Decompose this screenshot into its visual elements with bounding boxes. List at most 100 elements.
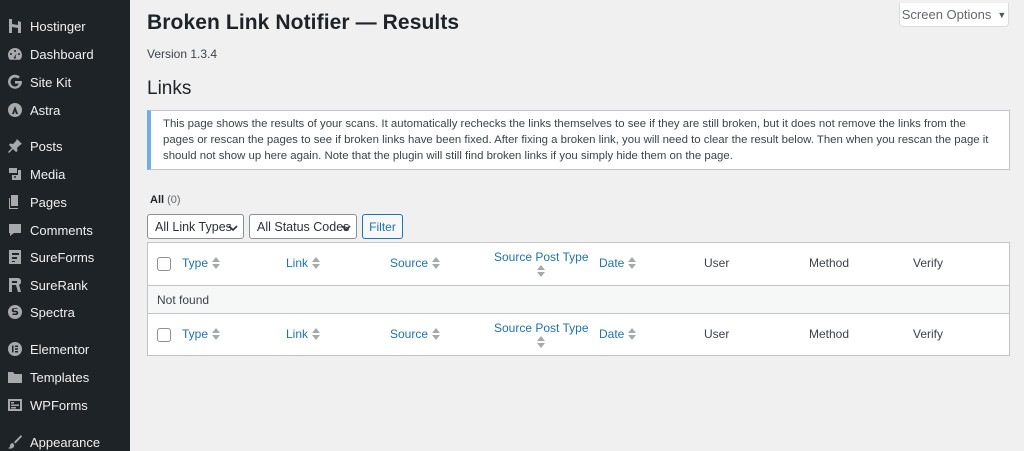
sidebar-item-wpforms[interactable]: WPForms	[0, 391, 130, 419]
empty-message: Not found	[157, 293, 210, 307]
sidebar-item-site-kit[interactable]: Site Kit	[0, 68, 130, 96]
sort-icon	[537, 336, 546, 348]
status-code-select[interactable]: All Status Codes	[249, 214, 357, 239]
comments-icon	[7, 222, 23, 238]
page-title: Broken Link Notifier — Results	[147, 11, 460, 34]
notice-text: This page shows the results of your scan…	[163, 118, 989, 162]
sidebar-item-spectra[interactable]: Spectra	[0, 298, 130, 326]
sidebar-item-appearance[interactable]: Appearance	[0, 428, 130, 451]
sidebar-item-label: Appearance	[30, 434, 101, 450]
sidebar-item-label: Dashboard	[30, 46, 94, 62]
select-all-checkbox[interactable]	[157, 257, 171, 271]
sidebar-item-surerank[interactable]: SureRank	[0, 271, 130, 299]
column-link-footer[interactable]: Link	[286, 327, 321, 341]
link-type-value: All Link Types	[155, 219, 232, 234]
column-date-header[interactable]: Date	[599, 256, 637, 270]
table-footer-row: Type Link Source Source Post Type Date U…	[148, 314, 1009, 355]
screen-options-button[interactable]: Screen Options ▼	[899, 3, 1009, 27]
sort-icon	[628, 328, 637, 340]
sidebar-item-label: Posts	[30, 138, 63, 154]
column-label: Source Post Type	[494, 250, 589, 264]
brush-icon	[7, 434, 23, 450]
admin-sidebar: Hostinger Dashboard Site Kit Astra Posts…	[0, 0, 130, 451]
filter-button[interactable]: Filter	[362, 214, 403, 239]
chevron-down-icon	[341, 222, 351, 232]
sidebar-item-dashboard[interactable]: Dashboard	[0, 40, 130, 68]
column-label: Date	[599, 327, 625, 341]
sidebar-item-comments[interactable]: Comments	[0, 216, 130, 244]
sidebar-item-label: Comments	[30, 222, 93, 238]
screen-options-label: Screen Options	[901, 7, 992, 22]
sidebar-item-pages[interactable]: Pages	[0, 188, 130, 216]
caret-down-icon: ▼	[997, 9, 1007, 20]
sureforms-icon	[7, 249, 23, 265]
sidebar-item-label: Astra	[30, 102, 61, 118]
column-label: Link	[286, 327, 309, 341]
sort-icon	[537, 265, 546, 277]
column-method-footer: Method	[809, 327, 850, 341]
sort-icon	[432, 328, 441, 340]
info-notice: This page shows the results of your scan…	[147, 110, 1010, 170]
sidebar-item-label: Spectra	[30, 304, 75, 320]
media-icon	[7, 166, 23, 182]
column-source-post-type-footer[interactable]: Source Post Type	[494, 321, 589, 348]
hostinger-icon	[7, 18, 23, 34]
sidebar-item-templates[interactable]: Templates	[0, 363, 130, 391]
sort-icon	[432, 257, 441, 269]
column-label: Source Post Type	[494, 321, 589, 335]
elementor-icon	[7, 341, 23, 357]
column-verify-footer: Verify	[913, 327, 944, 341]
sidebar-item-label: Templates	[30, 369, 90, 385]
column-method-header: Method	[809, 256, 850, 270]
sort-icon	[212, 328, 221, 340]
sidebar-item-astra[interactable]: Astra	[0, 96, 130, 124]
spectra-icon	[7, 304, 23, 320]
version-label: Version 1.3.4	[147, 47, 218, 61]
link-type-select[interactable]: All Link Types	[147, 214, 244, 239]
pin-icon	[7, 138, 23, 154]
column-link-header[interactable]: Link	[286, 256, 321, 270]
sidebar-item-label: SureForms	[30, 249, 95, 265]
view-all-link[interactable]: All	[150, 194, 164, 206]
sort-icon	[312, 257, 321, 269]
column-label: Link	[286, 256, 309, 270]
pages-icon	[7, 194, 23, 210]
column-source-footer[interactable]: Source	[390, 327, 441, 341]
table-empty-row: Not found	[148, 286, 1009, 314]
sort-icon	[312, 328, 321, 340]
sidebar-item-label: SureRank	[30, 277, 88, 293]
column-type-header[interactable]: Type	[182, 256, 221, 270]
chevron-down-icon	[228, 222, 238, 232]
sidebar-item-media[interactable]: Media	[0, 160, 130, 188]
sidebar-item-elementor[interactable]: Elementor	[0, 335, 130, 363]
column-label: Source	[390, 256, 429, 270]
sort-icon	[212, 257, 221, 269]
sidebar-item-label: Hostinger	[30, 18, 86, 34]
column-type-footer[interactable]: Type	[182, 327, 221, 341]
view-filter-links: All (0)	[150, 194, 181, 206]
column-source-header[interactable]: Source	[390, 256, 441, 270]
surerank-icon	[7, 277, 23, 293]
column-source-post-type-header[interactable]: Source Post Type	[494, 250, 589, 277]
sidebar-item-hostinger[interactable]: Hostinger	[0, 12, 130, 40]
column-date-footer[interactable]: Date	[599, 327, 637, 341]
sidebar-item-label: Pages	[30, 194, 67, 210]
column-label: Type	[182, 327, 209, 341]
links-table: Type Link Source Source Post Type Date U…	[147, 242, 1010, 356]
column-label: Source	[390, 327, 429, 341]
sidebar-item-sureforms[interactable]: SureForms	[0, 243, 130, 271]
column-label: Date	[599, 256, 625, 270]
dashboard-icon	[7, 46, 23, 62]
sidebar-item-label: WPForms	[30, 397, 88, 413]
column-label: Type	[182, 256, 209, 270]
astra-icon	[7, 102, 23, 118]
wpforms-icon	[7, 397, 23, 413]
select-all-checkbox[interactable]	[157, 328, 171, 342]
sidebar-item-posts[interactable]: Posts	[0, 132, 130, 160]
table-header-row: Type Link Source Source Post Type Date U…	[148, 243, 1009, 286]
column-user-footer: User	[704, 327, 730, 341]
sitekit-icon	[7, 74, 23, 90]
section-heading: Links	[147, 78, 192, 99]
sort-icon	[628, 257, 637, 269]
folder-icon	[7, 369, 23, 385]
